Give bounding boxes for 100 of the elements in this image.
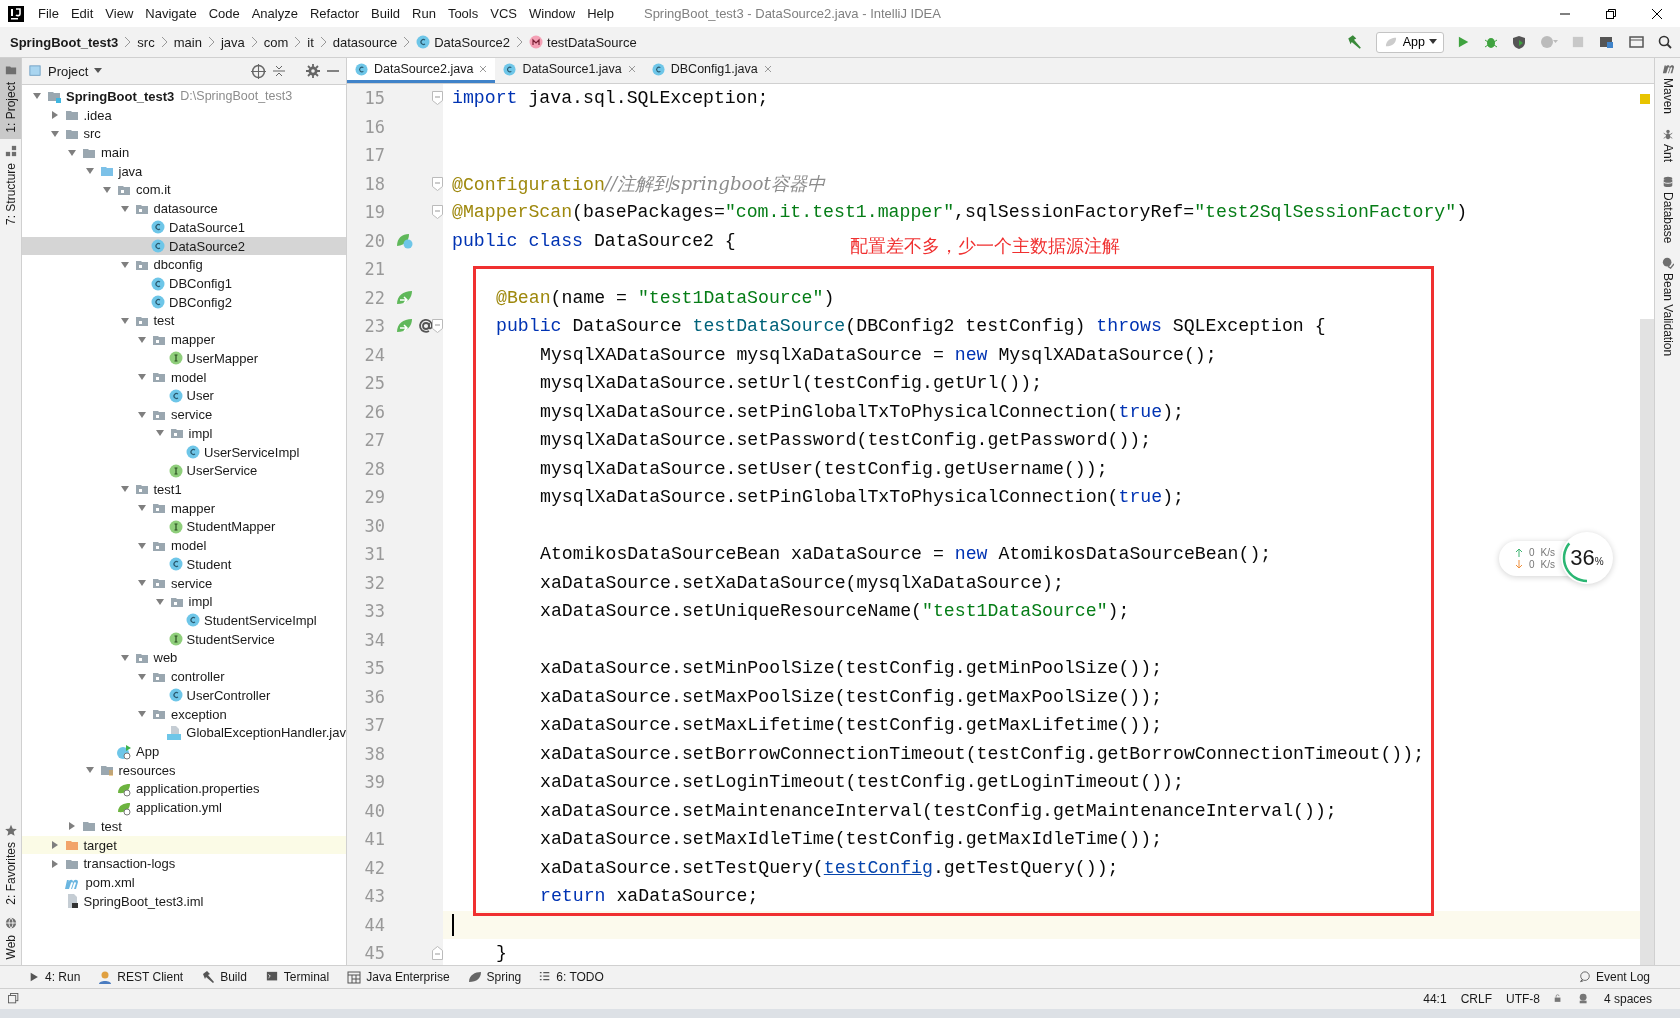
menu-item[interactable]: Analyze — [245, 6, 304, 21]
tool-window-tab[interactable]: Database — [1660, 176, 1675, 244]
menu-item[interactable]: Help — [581, 6, 620, 21]
menu-item[interactable]: Navigate — [139, 6, 203, 21]
breadcrumb-item[interactable]: datasource — [332, 34, 398, 50]
tool-window-button[interactable]: Java Enterprise — [347, 970, 450, 984]
at-sign-icon[interactable] — [417, 317, 435, 336]
tool-window-button[interactable]: Spring — [467, 970, 522, 984]
tree-item[interactable]: test1 — [22, 480, 346, 499]
tree-item[interactable]: target — [22, 835, 346, 855]
tree-item[interactable]: UserServiceImpl — [22, 442, 346, 462]
menu-item[interactable]: Tools — [441, 6, 485, 21]
tree-item[interactable]: web — [22, 648, 346, 668]
window-icon[interactable] — [8, 993, 20, 1005]
tool-window-button[interactable]: Build — [201, 970, 247, 984]
menu-item[interactable]: Build — [365, 6, 406, 21]
tree-item[interactable]: UserController — [22, 686, 346, 705]
tree-item[interactable]: test — [22, 311, 346, 331]
project-structure-icon[interactable] — [1598, 35, 1614, 49]
tree-item[interactable]: application.yml — [22, 798, 346, 818]
tool-window-tab[interactable]: 1: Project — [0, 58, 21, 139]
tree-item[interactable]: .idea — [22, 105, 346, 125]
tree-item[interactable]: service — [22, 405, 346, 424]
fold-icon[interactable] — [431, 319, 443, 334]
tree-item[interactable]: impl — [22, 592, 346, 612]
tree-item[interactable]: com.it — [22, 180, 346, 200]
search-icon[interactable] — [1658, 35, 1672, 49]
tree-item[interactable]: java — [22, 161, 346, 181]
tree-item[interactable]: impl — [22, 423, 346, 443]
shield-icon[interactable] — [1512, 35, 1526, 49]
event-log-button[interactable]: Event Log — [1578, 970, 1680, 984]
tree-item[interactable]: GlobalExceptionHandler.jav — [22, 723, 346, 743]
expand-arrow-icon[interactable] — [67, 147, 77, 158]
close-icon[interactable] — [763, 65, 772, 73]
breadcrumb-item[interactable]: DataSource2 — [416, 34, 510, 50]
indent-setting[interactable]: 4 spaces — [1603, 992, 1672, 1006]
tree-item[interactable]: service — [22, 573, 346, 593]
tree-item[interactable]: User — [22, 386, 346, 406]
bean-class-icon[interactable] — [395, 231, 415, 250]
tree-item[interactable]: pom.xml — [22, 873, 346, 892]
breadcrumb-item[interactable]: src — [137, 34, 155, 50]
project-view-dropdown[interactable]: Project — [28, 63, 103, 79]
tree-item[interactable]: transaction-logs — [22, 854, 346, 874]
expand-arrow-icon[interactable] — [137, 409, 147, 420]
breadcrumb-item[interactable]: java — [220, 34, 245, 50]
tree-item[interactable]: test — [22, 817, 346, 836]
breadcrumb-item[interactable]: it — [307, 34, 314, 50]
tree-item[interactable]: DataSource1 — [22, 218, 346, 237]
caret-position[interactable]: 44:1 — [1423, 992, 1447, 1006]
line-separator[interactable]: CRLF — [1460, 992, 1492, 1006]
tool-window-tab[interactable]: Ant — [1660, 128, 1675, 163]
tree-item[interactable]: exception — [22, 704, 346, 724]
run-icon[interactable] — [1458, 35, 1470, 49]
tree-item[interactable]: SpringBoot_test3.iml — [22, 891, 346, 911]
tree-item[interactable]: src — [22, 124, 346, 144]
menu-item[interactable]: File — [32, 6, 65, 21]
menu-item[interactable]: Code — [202, 6, 246, 21]
collapse-arrow-icon[interactable] — [49, 858, 60, 869]
scrollbar[interactable] — [1640, 319, 1654, 965]
tree-item[interactable]: resources — [22, 760, 346, 780]
bean-icon[interactable] — [395, 288, 415, 307]
expand-arrow-icon[interactable] — [49, 128, 60, 139]
tree-item[interactable]: application.properties — [22, 779, 346, 799]
tree-item[interactable]: model — [22, 367, 346, 387]
tree-item[interactable]: DBConfig1 — [22, 274, 346, 293]
tool-window-button[interactable]: Terminal — [264, 970, 330, 984]
tree-item[interactable]: model — [22, 536, 346, 555]
tool-window-tab[interactable]: 7: Structure — [0, 138, 21, 231]
code-link[interactable]: testConfig — [823, 857, 933, 878]
window-icon[interactable] — [1628, 35, 1644, 49]
expand-arrow-icon[interactable] — [137, 671, 147, 682]
editor-tab[interactable]: DBConfig1.java — [643, 58, 780, 83]
collapse-arrow-icon[interactable] — [67, 821, 77, 832]
expand-arrow-icon[interactable] — [154, 596, 165, 607]
build-hammer-icon[interactable] — [1345, 34, 1362, 50]
debug-bug-icon[interactable] — [1484, 35, 1498, 49]
run-configuration-dropdown[interactable]: App — [1375, 31, 1444, 53]
editor-tab[interactable]: DataSource1.java — [495, 58, 644, 83]
tree-item[interactable]: controller — [22, 667, 346, 686]
tree-item[interactable]: main — [22, 143, 346, 162]
menu-item[interactable]: Refactor — [303, 6, 366, 21]
expand-arrow-icon[interactable] — [119, 203, 130, 214]
tree-item[interactable]: DataSource2 — [22, 236, 346, 256]
tree-item[interactable]: mapper — [22, 498, 346, 518]
expand-arrow-icon[interactable] — [137, 334, 147, 345]
tree-item[interactable]: mapper — [22, 330, 346, 350]
breadcrumb-item[interactable]: testDataSource — [529, 34, 637, 50]
breadcrumb-item[interactable]: com — [263, 34, 289, 50]
tool-window-tab[interactable]: Bean Validation — [1660, 257, 1675, 357]
tree-item[interactable]: App — [22, 742, 346, 761]
expand-arrow-icon[interactable] — [137, 540, 147, 551]
menu-item[interactable]: View — [99, 6, 140, 21]
menu-item[interactable]: Window — [522, 6, 582, 21]
file-encoding[interactable]: UTF-8 — [1505, 992, 1540, 1006]
tree-item[interactable]: StudentService — [22, 629, 346, 649]
tool-window-button[interactable]: REST Client — [98, 970, 184, 984]
tool-window-tab[interactable]: Web — [0, 910, 21, 965]
breadcrumb-item[interactable]: main — [173, 34, 202, 50]
tree-item[interactable]: DBConfig2 — [22, 292, 346, 312]
tree-item[interactable]: UserMapper — [22, 349, 346, 368]
